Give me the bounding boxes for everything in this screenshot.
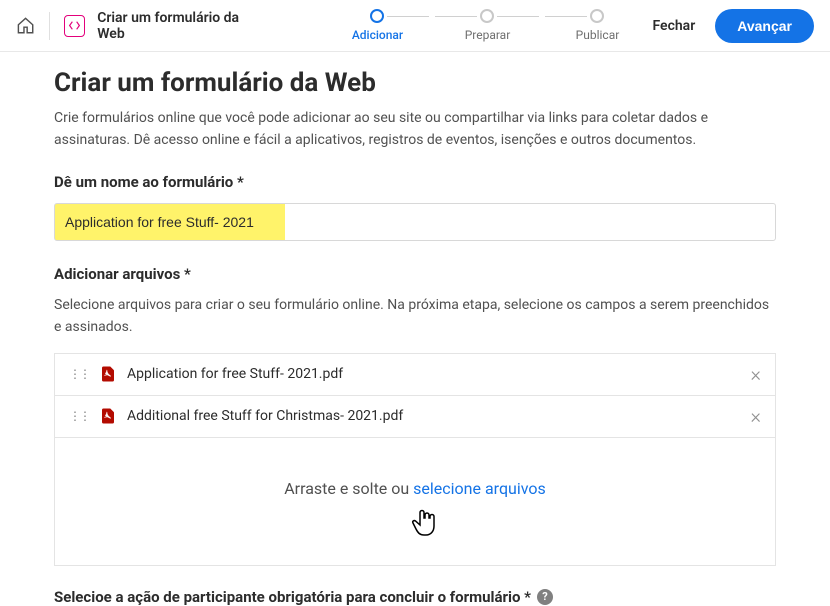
topbar-title: Criar um formulário da Web (97, 10, 262, 42)
step-prepare[interactable]: Preparar (432, 9, 542, 42)
step-publish[interactable]: Publicar (542, 9, 652, 42)
next-button[interactable]: Avançar (715, 9, 814, 43)
help-icon[interactable]: ? (537, 589, 553, 605)
remove-file-icon[interactable]: × (751, 362, 761, 386)
divider (49, 12, 50, 40)
step-circle-icon (590, 9, 604, 23)
pdf-icon (99, 407, 117, 425)
pdf-icon (99, 365, 117, 383)
drag-handle-icon[interactable]: ⋮⋮ (69, 367, 89, 381)
add-files-label: Adicionar arquivos * (54, 265, 776, 283)
step-add[interactable]: Adicionar (322, 9, 432, 42)
webform-icon (64, 15, 85, 37)
file-row: ⋮⋮ Additional free Stuff for Christmas- … (55, 396, 775, 438)
participant-action-label: Selecioe a ação de participante obrigató… (54, 588, 776, 606)
step-label: Adicionar (352, 28, 403, 42)
stepper: Adicionar Preparar Publicar (322, 9, 652, 42)
select-files-link[interactable]: selecione arquivos (413, 479, 546, 498)
remove-file-icon[interactable]: × (751, 404, 761, 428)
file-list: ⋮⋮ Application for free Stuff- 2021.pdf … (54, 353, 776, 438)
add-files-description: Selecione arquivos para criar o seu form… (54, 295, 776, 338)
step-label: Preparar (465, 28, 511, 42)
page-description: Crie formulários online que você pode ad… (54, 108, 776, 151)
close-button[interactable]: Fechar (652, 18, 695, 34)
cursor-hand-icon (411, 506, 439, 542)
topbar: Criar um formulário da Web Adicionar Pre… (0, 0, 830, 52)
participant-action-text: Selecioe a ação de participante obrigató… (54, 588, 531, 606)
step-label: Publicar (576, 28, 620, 42)
dropzone-text: Arraste e solte ou selecione arquivos (284, 479, 546, 498)
step-circle-icon (370, 9, 384, 23)
dropzone-prefix: Arraste e solte ou (284, 479, 413, 498)
form-name-input[interactable] (54, 203, 776, 241)
main-content: Criar um formulário da Web Crie formulár… (0, 52, 830, 606)
drag-handle-icon[interactable]: ⋮⋮ (69, 409, 89, 423)
file-name: Application for free Stuff- 2021.pdf (127, 366, 751, 382)
file-dropzone[interactable]: Arraste e solte ou selecione arquivos (54, 438, 776, 566)
home-icon[interactable] (16, 16, 35, 36)
file-row: ⋮⋮ Application for free Stuff- 2021.pdf … (55, 354, 775, 396)
page-heading: Criar um formulário da Web (54, 68, 776, 98)
form-name-label: Dê um nome ao formulário * (54, 173, 776, 191)
step-circle-icon (480, 9, 494, 23)
file-name: Additional free Stuff for Christmas- 202… (127, 408, 751, 424)
